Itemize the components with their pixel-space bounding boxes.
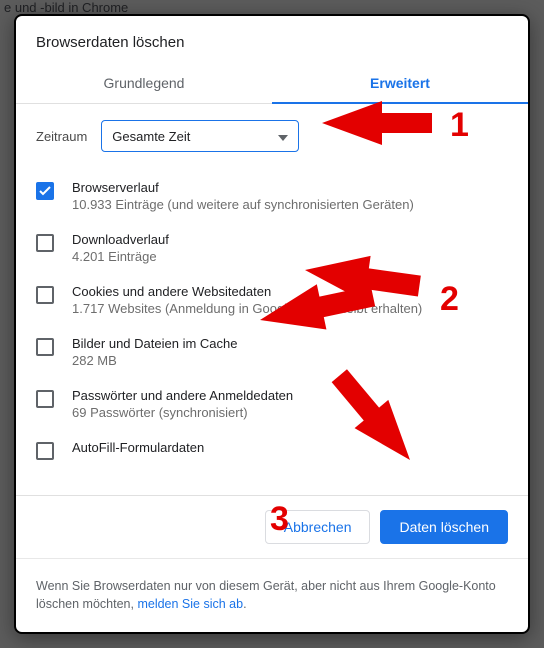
item-label: Bilder und Dateien im Cache — [72, 336, 237, 351]
tab-advanced[interactable]: Erweitert — [272, 65, 528, 103]
checkbox[interactable] — [36, 442, 54, 460]
clear-browsing-data-dialog: Browserdaten löschen Grundlegend Erweite… — [14, 14, 530, 634]
item-label: Cookies und andere Websitedaten — [72, 284, 422, 299]
dialog-footer: Abbrechen Daten löschen — [16, 495, 528, 558]
item-label: Browserverlauf — [72, 180, 414, 195]
data-type-row: Cookies und andere Websitedaten 1.717 Web… — [36, 274, 508, 326]
data-type-row: Downloadverlauf 4.201 Einträge — [36, 222, 508, 274]
tab-basic[interactable]: Grundlegend — [16, 65, 272, 103]
sync-note: Wenn Sie Browserdaten nur von diesem Ger… — [16, 558, 528, 633]
background-page-text: e und -bild in Chrome — [4, 0, 128, 15]
item-subtext: 10.933 Einträge (und weitere auf synchro… — [72, 197, 414, 212]
item-label: AutoFill-Formulardaten — [72, 440, 204, 455]
data-type-row: Bilder und Dateien im Cache 282 MB — [36, 326, 508, 378]
data-type-row: Browserverlauf 10.933 Einträge (und weite… — [36, 170, 508, 222]
note-text-pre: Wenn Sie Browserdaten nur von diesem Ger… — [36, 579, 496, 612]
cancel-button[interactable]: Abbrechen — [265, 510, 371, 544]
clear-data-button[interactable]: Daten löschen — [380, 510, 508, 544]
item-label: Passwörter und andere Anmeldedaten — [72, 388, 293, 403]
chevron-down-icon — [278, 129, 288, 144]
dialog-body: Zeitraum Gesamte Zeit Browserverlauf 10.9… — [16, 104, 528, 495]
sign-out-link[interactable]: melden Sie sich ab — [137, 597, 243, 611]
item-subtext: 1.717 Websites (Anmeldung in Google-Kont… — [72, 301, 422, 316]
item-subtext: 69 Passwörter (synchronisiert) — [72, 405, 293, 420]
checkbox[interactable] — [36, 286, 54, 304]
checkbox[interactable] — [36, 390, 54, 408]
checkbox[interactable] — [36, 338, 54, 356]
note-text-post: . — [243, 597, 246, 611]
data-type-row: AutoFill-Formulardaten — [36, 430, 508, 470]
time-range-select[interactable]: Gesamte Zeit — [101, 120, 299, 152]
time-range-value: Gesamte Zeit — [112, 129, 190, 144]
item-subtext: 282 MB — [72, 353, 237, 368]
time-range-label: Zeitraum — [36, 129, 87, 144]
dialog-title: Browserdaten löschen — [16, 16, 528, 65]
item-subtext: 4.201 Einträge — [72, 249, 169, 264]
item-label: Downloadverlauf — [72, 232, 169, 247]
checkbox[interactable] — [36, 234, 54, 252]
tab-bar: Grundlegend Erweitert — [16, 65, 528, 104]
data-type-row: Passwörter und andere Anmeldedaten 69 Pas… — [36, 378, 508, 430]
time-range-row: Zeitraum Gesamte Zeit — [36, 104, 508, 170]
checkbox[interactable] — [36, 182, 54, 200]
